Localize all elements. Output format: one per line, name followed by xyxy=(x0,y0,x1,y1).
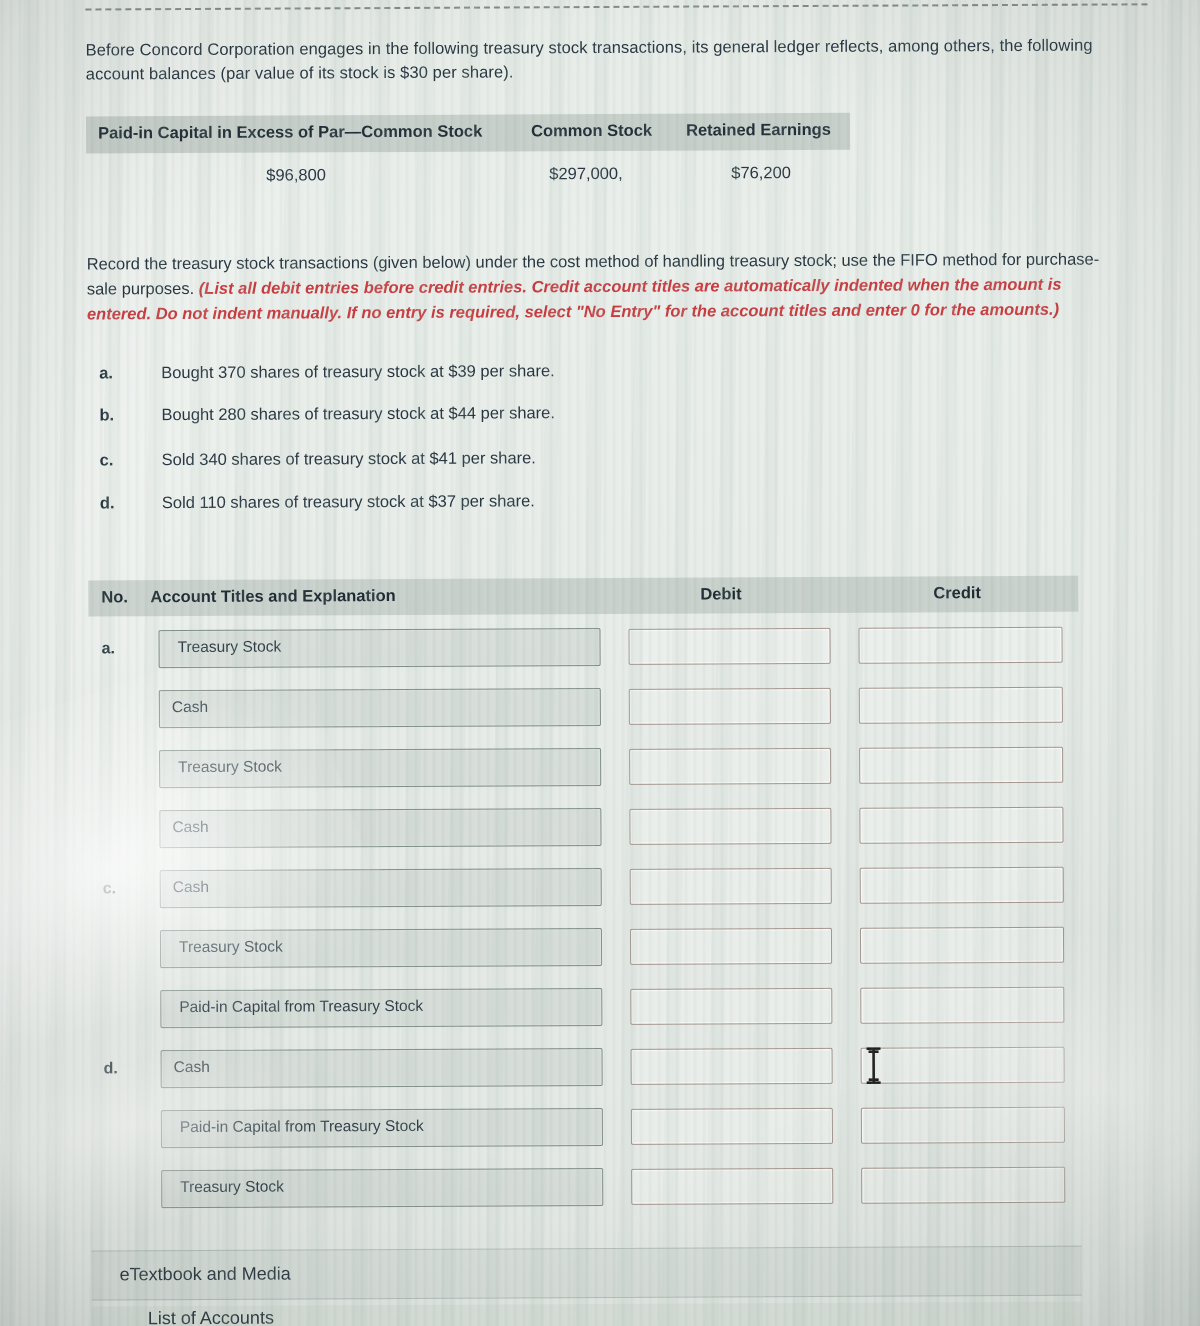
journal-header-debit: Debit xyxy=(700,585,742,604)
photo-background: Before Concord Corporation engages in th… xyxy=(0,0,1200,1326)
balances-header-band: Paid-in Capital in Excess of Par—Common … xyxy=(85,112,851,154)
account-title-value: Paid-in Capital from Treasury Stock xyxy=(179,997,424,1017)
account-title-select[interactable]: Paid-in Capital from Treasury Stock xyxy=(160,1107,604,1149)
debit-amount-input[interactable] xyxy=(628,627,831,665)
account-title-select[interactable]: Treasury Stock xyxy=(158,627,601,669)
etextbook-and-media-button[interactable]: eTextbook and Media xyxy=(91,1245,1082,1301)
balance-value-common-stock: $297,000, xyxy=(549,164,623,184)
debit-amount-input[interactable] xyxy=(630,1107,834,1145)
account-title-select[interactable]: Treasury Stock xyxy=(159,747,602,789)
credit-amount-input[interactable] xyxy=(860,1106,1065,1144)
account-title-value: Cash xyxy=(173,1058,210,1077)
credit-amount-input[interactable] xyxy=(861,1166,1066,1204)
credit-amount-input[interactable] xyxy=(858,626,1063,664)
balances-column-paid-in-capital: Paid-in Capital in Excess of Par—Common … xyxy=(98,122,483,143)
journal-rows-container: a. Treasury Stock Cash Treasury Stock Cash c.… xyxy=(0,0,1197,1209)
journal-row: Cash xyxy=(89,686,1079,731)
balances-column-retained-earnings: Retained Earnings xyxy=(686,120,831,140)
account-title-select[interactable]: Treasury Stock xyxy=(159,927,603,969)
debit-amount-input[interactable] xyxy=(629,807,832,845)
transaction-text-a: Bought 370 shares of treasury stock at $… xyxy=(161,362,555,383)
debit-amount-input[interactable] xyxy=(628,687,831,725)
journal-table-header: No. Account Titles and Explanation Debit… xyxy=(88,575,1079,617)
journal-row: d. Cash xyxy=(91,1046,1081,1091)
account-title-value: Treasury Stock xyxy=(178,938,283,957)
credit-amount-input[interactable] xyxy=(859,806,1064,844)
etextbook-and-media-label: eTextbook and Media xyxy=(119,1263,291,1285)
debit-amount-input[interactable] xyxy=(629,867,832,905)
debit-amount-input[interactable] xyxy=(629,927,833,965)
journal-header-no: No. xyxy=(101,588,128,607)
account-title-value: Treasury Stock xyxy=(178,758,282,777)
transaction-label-c: c. xyxy=(99,451,114,470)
transaction-label-d: d. xyxy=(99,494,115,513)
journal-row: Treasury Stock xyxy=(90,926,1080,971)
journal-row-number: c. xyxy=(102,880,117,898)
debit-amount-input[interactable] xyxy=(629,747,832,785)
account-title-select[interactable]: Paid-in Capital from Treasury Stock xyxy=(160,987,603,1029)
account-title-value: Treasury Stock xyxy=(177,638,282,657)
page-content: Before Concord Corporation engages in th… xyxy=(0,0,1200,1326)
transaction-label-b: b. xyxy=(99,406,115,425)
debit-amount-input[interactable] xyxy=(630,987,833,1025)
journal-header-credit: Credit xyxy=(933,584,982,603)
journal-row-number: a. xyxy=(101,640,115,658)
credit-amount-input[interactable] xyxy=(860,986,1065,1024)
account-title-select[interactable]: Cash xyxy=(159,867,602,909)
balances-values: $96,800 $297,000, $76,200 xyxy=(0,0,1197,185)
account-title-value: Cash xyxy=(172,818,209,837)
journal-row: Paid-in Capital from Treasury Stock xyxy=(91,1106,1081,1151)
account-title-value: Cash xyxy=(171,698,209,717)
account-title-select[interactable]: Cash xyxy=(159,807,602,849)
transaction-text-b: Bought 280 shares of treasury stock at $… xyxy=(161,404,555,425)
account-title-value: Cash xyxy=(172,878,209,897)
instruction-emphasis: (List all debit entries before credit en… xyxy=(86,275,1062,324)
instruction-paragraph: Record the treasury stock transactions (… xyxy=(87,247,1119,327)
transaction-label-a: a. xyxy=(99,364,114,383)
journal-row: a. Treasury Stock xyxy=(88,626,1078,671)
journal-row: c. Cash xyxy=(90,866,1080,911)
account-title-value: Paid-in Capital from Treasury Stock xyxy=(179,1117,424,1137)
top-dashed-divider xyxy=(85,3,1148,11)
intro-paragraph: Before Concord Corporation engages in th… xyxy=(85,36,1093,84)
journal-row-number: d. xyxy=(103,1060,118,1078)
credit-amount-input[interactable] xyxy=(859,926,1065,964)
transaction-text-d: Sold 110 shares of treasury stock at $37… xyxy=(161,492,535,513)
journal-row: Treasury Stock xyxy=(91,1166,1081,1211)
account-title-value: Treasury Stock xyxy=(180,1178,284,1197)
account-title-select[interactable]: Treasury Stock xyxy=(161,1167,604,1209)
debit-amount-input[interactable] xyxy=(631,1167,834,1205)
debit-amount-input[interactable] xyxy=(630,1047,833,1085)
journal-row: Treasury Stock xyxy=(89,746,1079,791)
journal-header-account-titles: Account Titles and Explanation xyxy=(150,586,396,607)
list-of-accounts-button[interactable]: List of Accounts xyxy=(91,1301,1082,1326)
journal-row: Paid-in Capital from Treasury Stock xyxy=(90,986,1080,1031)
credit-amount-input[interactable] xyxy=(860,1046,1065,1084)
journal-row: Cash xyxy=(89,806,1079,851)
credit-amount-input[interactable] xyxy=(859,866,1064,904)
balance-value-retained-earnings: $76,200 xyxy=(731,164,791,183)
balances-column-common-stock: Common Stock xyxy=(531,121,653,141)
credit-amount-input[interactable] xyxy=(858,686,1063,724)
account-title-select[interactable]: Cash xyxy=(160,1047,603,1089)
account-title-select[interactable]: Cash xyxy=(158,687,601,729)
transaction-text-c: Sold 340 shares of treasury stock at $41… xyxy=(161,449,536,470)
list-of-accounts-label: List of Accounts xyxy=(147,1307,274,1326)
balance-value-paid-in-capital: $96,800 xyxy=(266,166,326,185)
credit-amount-input[interactable] xyxy=(859,746,1064,784)
